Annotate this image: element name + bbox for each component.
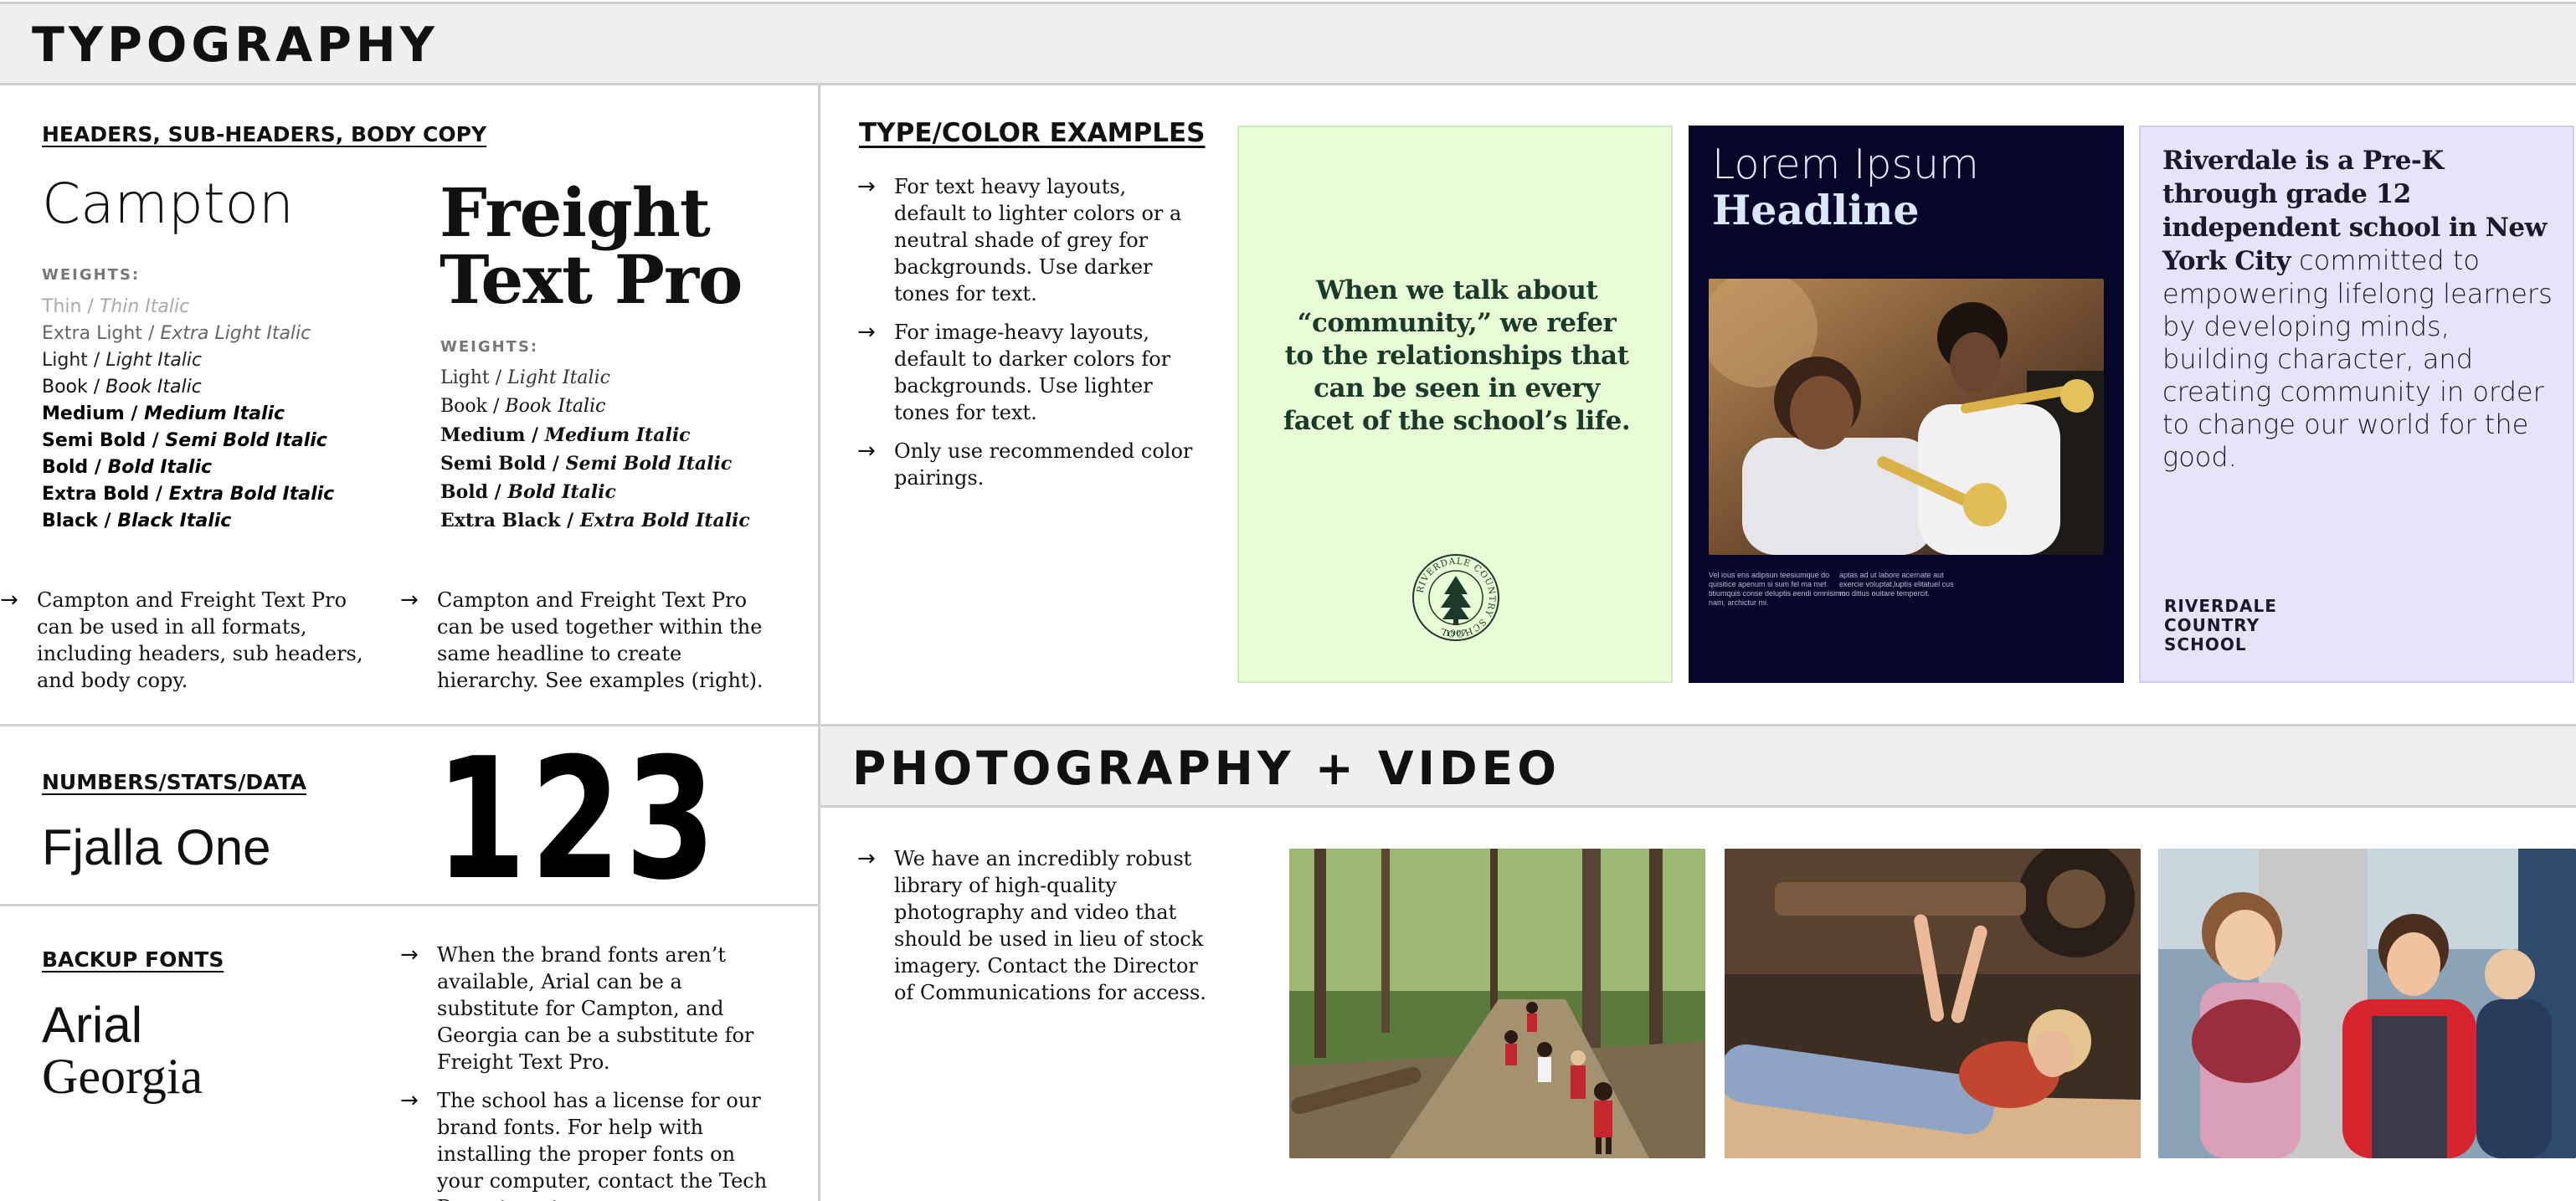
example-mission: Riverdale is a Pre-K through grade 12 in… <box>2162 144 2556 474</box>
fjalla-font-name: Fjalla One <box>42 819 271 875</box>
freight-note: → Campton and Freight Text Pro can be use… <box>400 587 777 706</box>
type-color-bullet-2: → For image-heavy layouts, default to dar… <box>857 320 1171 424</box>
campton-weights-list: Thin / Thin Italic Extra Light / Extra Li… <box>42 294 334 535</box>
photo-video-title: PHOTOGRAPHY + VIDEO <box>852 742 1561 795</box>
backup-heading: BACKUP FONTS <box>42 947 224 972</box>
seal-logo: RIVERDALE COUNTRY SCHOOL 1907 <box>1412 554 1499 641</box>
arrow-icon: → <box>0 588 18 613</box>
freight-weight-item: Semi Bold / Semi Bold Italic <box>440 453 733 475</box>
numbers-heading: NUMBERS/STATS/DATA <box>42 770 306 794</box>
campton-weight-item: Thin / Thin Italic <box>42 296 190 317</box>
campton-weight-item: Extra Bold / Extra Bold Italic <box>42 484 335 505</box>
wordmark-line1: RIVERDALE <box>2164 596 2277 616</box>
stat-sample: 123 <box>435 722 720 917</box>
arrow-icon: → <box>857 320 876 345</box>
example-mission-rest: committed to empowering lifelong learner… <box>2162 244 2553 473</box>
arrow-icon: → <box>400 588 419 613</box>
freight-weight-item: Light / Light Italic <box>440 367 610 388</box>
example-caption-left: Vel ious ens adipsun teesiumque do quisi… <box>1709 571 1846 607</box>
happy-kids-photo <box>2158 849 2576 1158</box>
arial-font-name: Arial <box>42 997 143 1053</box>
campton-weight-item: Bold / Bold Italic <box>42 457 213 478</box>
photo-video-bullet-1: → We have an incredibly robust library of… <box>857 846 1206 1004</box>
divider-vertical <box>818 85 820 1201</box>
georgia-font-name: Georgia <box>42 1049 203 1104</box>
example-card-mission: Riverdale is a Pre-K through grade 12 in… <box>2139 126 2574 683</box>
campton-weights-label: WEIGHTS: <box>42 266 141 284</box>
seal-year: 1907 <box>1445 629 1466 639</box>
arrow-icon: → <box>857 439 876 464</box>
example-headline-line2: Headline <box>1712 186 1920 234</box>
forest-hike-photo <box>1289 849 1705 1158</box>
freight-name-line1: Freight <box>440 173 711 252</box>
backup-bullet-1: → When the brand fonts aren’t available, … <box>400 942 754 1074</box>
campton-weight-item: Extra Light / Extra Light Italic <box>42 323 311 344</box>
example-card-headline: Lorem Ipsum Headline Vel ious ens adipsu… <box>1689 126 2124 683</box>
freight-name: Freight Text Pro <box>440 173 743 319</box>
campton-weight-item: Book / Book Italic <box>42 377 202 398</box>
example-headline-line1: Lorem Ipsum <box>1712 141 1979 188</box>
arrow-icon: → <box>857 846 876 871</box>
type-color-bullets: → For text heavy layouts, default to ligh… <box>857 173 1201 503</box>
arrow-icon: → <box>400 942 419 967</box>
band-students-photo <box>1709 279 2104 555</box>
rcs-wordmark: RIVERDALE COUNTRY SCHOOL <box>2164 597 2277 654</box>
campton-note: → Campton and Freight Text Pro can be use… <box>0 587 368 706</box>
arrow-icon: → <box>400 1088 419 1113</box>
campton-name: Campton <box>42 172 294 236</box>
freight-weights-list: Light / Light Italic Book / Book Italic Me… <box>440 364 750 535</box>
freight-weight-item: Extra Black / Extra Bold Italic <box>440 510 750 531</box>
type-color-bullet-3: → Only use recommended color pairings. <box>857 439 1193 490</box>
backup-bullets: → When the brand fonts aren’t available, … <box>400 942 785 1201</box>
type-color-heading: TYPE/COLOR EXAMPLES <box>859 118 1206 148</box>
freight-weight-item: Bold / Bold Italic <box>440 481 616 503</box>
campton-weight-item: Semi Bold / Semi Bold Italic <box>42 430 327 451</box>
campton-weight-item: Medium / Medium Italic <box>42 403 285 424</box>
typography-title: TYPOGRAPHY <box>32 18 439 73</box>
photo-video-bullets: → We have an incredibly robust library of… <box>857 845 1209 1018</box>
freight-name-line2: Text Pro <box>440 240 743 319</box>
example-quote: When we talk about “community,” we refer… <box>1283 275 1631 436</box>
auto-shop-photo <box>1725 849 2141 1158</box>
freight-weight-item: Book / Book Italic <box>440 396 606 417</box>
example-caption-right: aptas ad ut labore acernate aut exercie … <box>1839 571 1954 598</box>
arrow-icon: → <box>857 174 876 199</box>
type-color-bullet-1: → For text heavy layouts, default to ligh… <box>857 174 1182 305</box>
freight-weight-item: Medium / Medium Italic <box>440 424 691 446</box>
wordmark-line2: COUNTRY <box>2164 615 2260 635</box>
wordmark-line3: SCHOOL <box>2164 634 2247 654</box>
backup-bullet-2: → The school has a license for our brand … <box>400 1088 768 1201</box>
campton-weight-item: Black / Black Italic <box>42 511 232 531</box>
campton-note-item: → Campton and Freight Text Pro can be use… <box>0 588 363 692</box>
photo-video-band: PHOTOGRAPHY + VIDEO <box>820 724 2576 808</box>
freight-weights-label: WEIGHTS: <box>440 338 539 356</box>
headers-heading: HEADERS, SUB-HEADERS, BODY COPY <box>42 122 487 146</box>
campton-weight-item: Light / Light Italic <box>42 350 203 371</box>
typography-band: TYPOGRAPHY <box>0 2 2576 85</box>
freight-note-item: → Campton and Freight Text Pro can be use… <box>400 588 764 692</box>
example-card-community: When we talk about “community,” we refer… <box>1237 126 1673 683</box>
